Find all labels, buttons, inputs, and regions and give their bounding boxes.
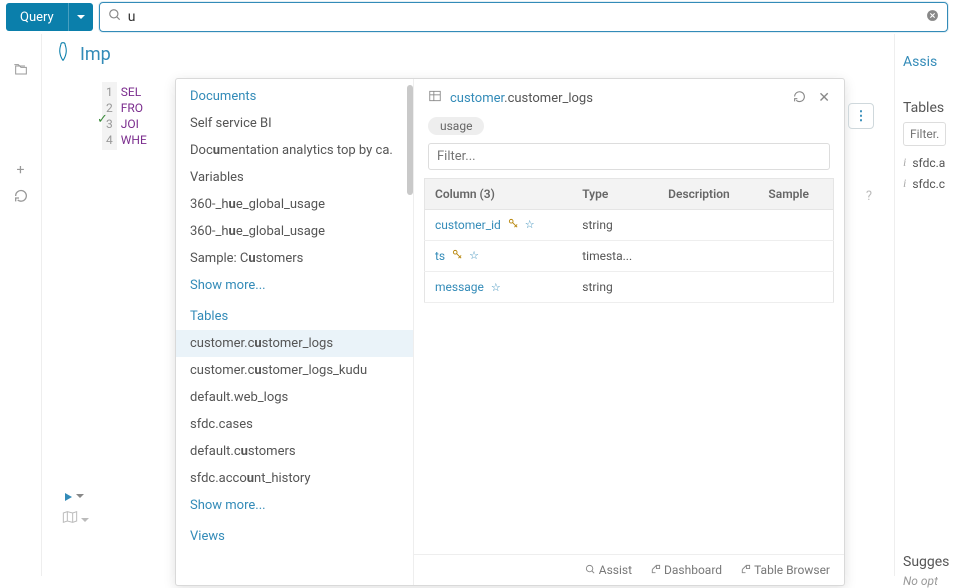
no-options-text: No opt	[903, 574, 946, 588]
search-clear-icon[interactable]	[926, 9, 939, 26]
star-icon[interactable]: ☆	[525, 218, 535, 232]
preview-table: .customer_logs	[504, 91, 593, 106]
suggestion-list: Documents Self service BI Documentation …	[176, 79, 414, 585]
doc-item[interactable]: Variables	[176, 164, 413, 191]
footer-assist[interactable]: Assist	[585, 563, 632, 577]
query-dropdown-caret[interactable]	[68, 3, 93, 31]
refresh-icon[interactable]	[13, 188, 29, 208]
col-header-description[interactable]: Description	[658, 179, 758, 210]
doc-item[interactable]: Self service BI	[176, 110, 413, 137]
left-toolbar: +	[0, 34, 42, 576]
query-button[interactable]: Query	[6, 3, 68, 31]
section-documents: Documents	[176, 79, 413, 110]
column-filter-input[interactable]	[428, 143, 830, 170]
search-icon	[108, 8, 122, 26]
kebab-menu-button[interactable]: ⋮	[848, 103, 874, 129]
column-name[interactable]: message	[435, 280, 484, 294]
col-header-column[interactable]: Column (3)	[425, 179, 573, 210]
star-icon[interactable]: ☆	[491, 281, 501, 294]
section-tables: Tables	[176, 299, 413, 330]
assist-link[interactable]: Assis	[903, 54, 946, 70]
show-more-documents[interactable]: Show more...	[176, 272, 413, 299]
column-type: string	[572, 210, 658, 241]
column-type: string	[572, 272, 658, 303]
columns-table: Column (3) Type Description Sample custo…	[424, 178, 834, 303]
files-icon[interactable]	[13, 62, 29, 82]
table-item[interactable]: default.web_logs	[176, 384, 413, 411]
assist-table-item[interactable]: isfdc.a	[903, 152, 946, 173]
table-item[interactable]: sfdc.cases	[176, 411, 413, 438]
key-icon	[452, 249, 463, 263]
table-item[interactable]: default.customers	[176, 438, 413, 465]
editor-tab-label[interactable]: Imp	[80, 44, 111, 65]
scrollbar[interactable]	[407, 85, 413, 579]
preview-close-icon[interactable]: ✕	[818, 90, 830, 107]
search-input[interactable]	[128, 9, 919, 25]
assist-filter-input[interactable]	[903, 122, 946, 146]
editor-area: Imp ✓ 1234 SEL FRO JOI WHE	[42, 34, 894, 576]
column-row[interactable]: ts ☆ timesta...	[425, 241, 834, 272]
footer-dashboard[interactable]: Dashboard	[650, 563, 722, 577]
assist-table-item[interactable]: isfdc.c	[903, 173, 946, 194]
table-icon	[428, 89, 442, 107]
autocomplete-dropdown: Documents Self service BI Documentation …	[175, 78, 845, 586]
preview-panel: customer.customer_logs ✕ usage Column (3…	[414, 79, 844, 585]
doc-item[interactable]: Documentation analytics top by ca.	[176, 137, 413, 164]
preview-footer: Assist Dashboard Table Browser	[414, 554, 844, 585]
footer-table-browser[interactable]: Table Browser	[740, 563, 830, 577]
table-item[interactable]: sfdc.account_history	[176, 465, 413, 492]
key-icon	[508, 218, 519, 232]
preview-refresh-icon[interactable]	[793, 90, 806, 107]
info-icon: i	[903, 155, 906, 170]
tag[interactable]: usage	[428, 117, 484, 135]
tables-header: Tables	[903, 100, 946, 116]
table-item[interactable]: customer.customer_logs_kudu	[176, 357, 413, 384]
doc-item[interactable]: Sample: Customers	[176, 245, 413, 272]
preview-db: customer	[450, 91, 504, 106]
code-lines: SEL FRO JOI WHE	[117, 82, 151, 150]
run-button[interactable]	[62, 489, 89, 504]
col-header-sample[interactable]: Sample	[758, 179, 833, 210]
assist-panel: Assis Tables isfdc.a isfdc.c Sugges No o…	[894, 34, 954, 576]
column-row[interactable]: message ☆ string	[425, 272, 834, 303]
col-header-type[interactable]: Type	[572, 179, 658, 210]
section-views: Views	[176, 519, 413, 550]
column-row[interactable]: customer_id ☆ string	[425, 210, 834, 241]
add-icon[interactable]: +	[17, 162, 25, 178]
star-icon[interactable]: ☆	[469, 249, 479, 263]
column-name[interactable]: ts	[435, 249, 445, 263]
info-icon: i	[903, 176, 906, 191]
doc-item[interactable]: 360-_hue_global_usage	[176, 191, 413, 218]
query-button-label: Query	[20, 10, 54, 25]
table-item[interactable]: customer.customer_logs	[176, 330, 413, 357]
help-icon[interactable]: ?	[866, 189, 872, 204]
query-split-button[interactable]: Query	[6, 3, 93, 31]
doc-item[interactable]: 360-_hue_global_usage	[176, 218, 413, 245]
validate-ok-icon: ✓	[97, 112, 108, 127]
impala-icon	[54, 42, 72, 66]
column-name[interactable]: customer_id	[435, 218, 501, 232]
map-icon[interactable]	[62, 510, 89, 528]
suggest-header: Sugges	[903, 554, 946, 570]
show-more-tables[interactable]: Show more...	[176, 492, 413, 519]
scroll-thumb[interactable]	[407, 85, 413, 195]
global-search[interactable]	[99, 2, 948, 32]
column-type: timesta...	[572, 241, 658, 272]
